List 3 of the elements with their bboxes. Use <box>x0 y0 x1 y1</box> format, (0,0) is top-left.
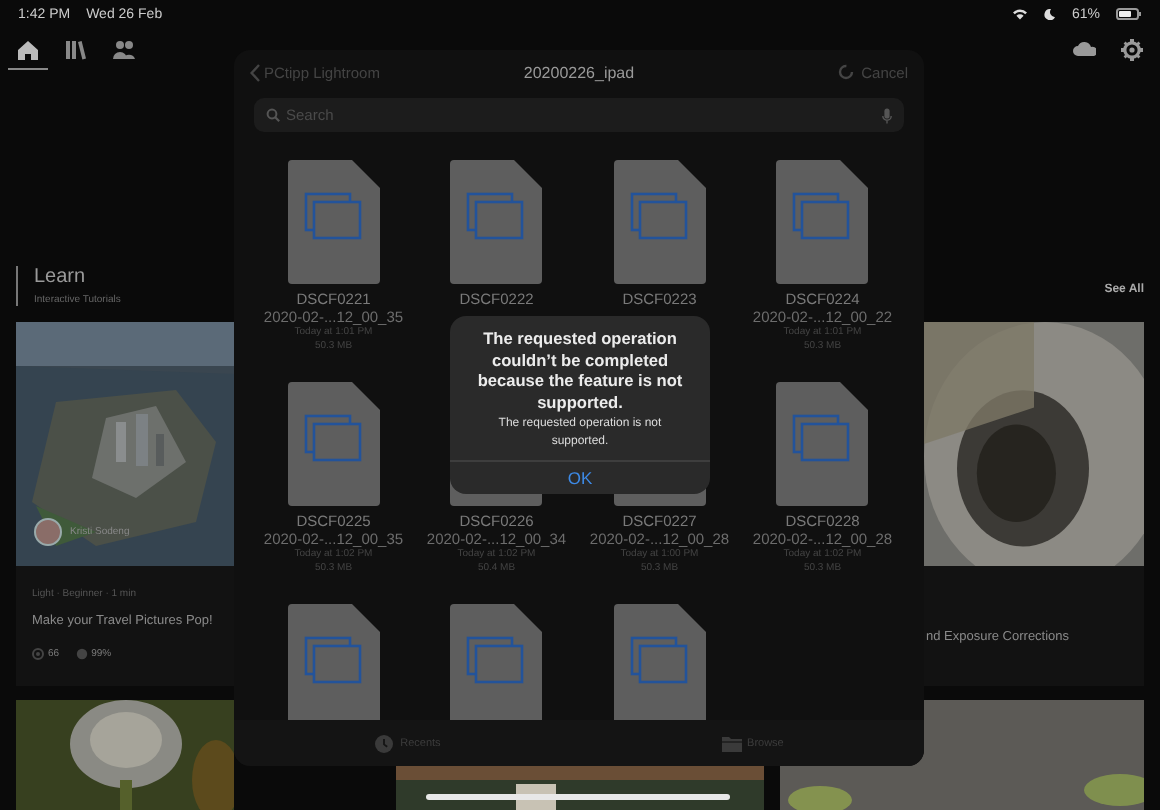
picker-title: 20200226_ipad <box>523 63 635 81</box>
alert-title: The requested operation couldn’t be completed because the feature is not supported. <box>475 326 685 412</box>
section-title: Learn <box>34 266 88 288</box>
